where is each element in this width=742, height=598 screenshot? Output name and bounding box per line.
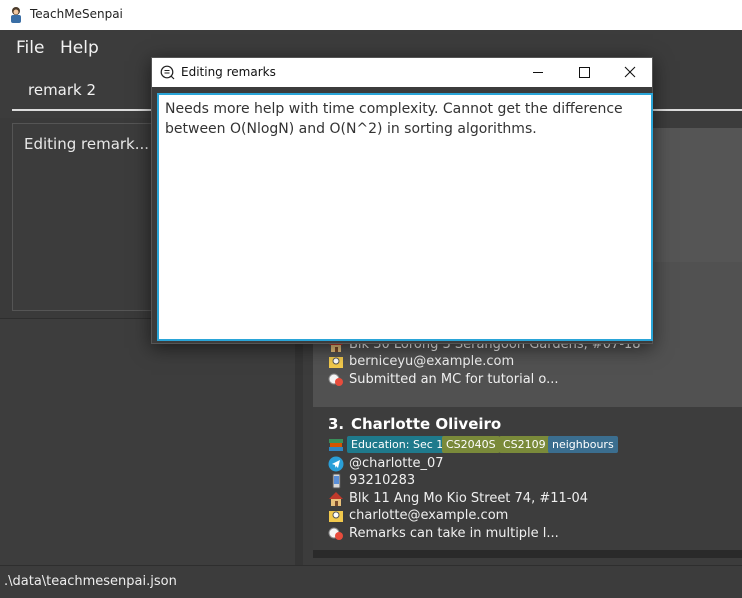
tags-row: Education: Sec 1 CS2040S CS2109 neighbou… <box>328 436 742 453</box>
remark-icon <box>328 527 343 540</box>
remark-text: Submitted an MC for tutorial o... <box>349 372 559 387</box>
student-card-3[interactable]: 3. Charlotte Oliveiro Education: Sec 1 C… <box>313 407 742 550</box>
mail-icon <box>329 357 343 368</box>
remark-row: Remarks can take in multiple l... <box>328 526 742 542</box>
result-text: Editing remark... <box>24 135 150 153</box>
email-text: berniceyu@example.com <box>349 354 515 369</box>
minimize-icon <box>533 72 543 73</box>
telegram-text: @charlotte_07 <box>349 456 444 471</box>
window-titlebar: TeachMeSenpai <box>0 0 742 30</box>
close-button[interactable] <box>607 58 653 87</box>
dialog-title: Editing remarks <box>181 65 276 79</box>
student-index: 3. <box>328 415 345 433</box>
house-icon <box>329 492 343 506</box>
address-row: Blk 11 Ang Mo Kio Street 74, #11-04 <box>328 491 742 507</box>
telegram-icon <box>328 456 344 472</box>
menu-help[interactable]: Help <box>60 38 99 58</box>
remark-icon <box>328 373 343 386</box>
remark-textarea[interactable]: Needs more help with time complexity. Ca… <box>157 93 653 341</box>
menu-file[interactable]: File <box>16 38 44 58</box>
tag-education: Education: Sec 1 <box>347 436 448 453</box>
email-text: charlotte@example.com <box>349 508 509 523</box>
email-row: berniceyu@example.com <box>328 354 742 370</box>
tag-cs2109: CS2109 <box>499 436 550 453</box>
email-row: charlotte@example.com <box>328 508 742 524</box>
mail-icon <box>329 511 343 522</box>
dialog-titlebar[interactable]: Editing remarks <box>152 58 652 87</box>
books-icon <box>329 439 343 451</box>
data-file-path: .\data\teachmesenpai.json <box>4 574 177 589</box>
telegram-row: @charlotte_07 <box>328 456 742 472</box>
left-empty-panel <box>0 318 295 566</box>
phone-row: 93210283 <box>328 473 742 489</box>
student-name: Charlotte Oliveiro <box>351 415 502 433</box>
minimize-button[interactable] <box>515 58 561 87</box>
command-text: remark 2 <box>28 81 97 99</box>
maximize-button[interactable] <box>561 58 607 87</box>
address-text: Blk 11 Ang Mo Kio Street 74, #11-04 <box>349 491 589 506</box>
window-title: TeachMeSenpai <box>30 7 123 21</box>
tag-cs2040s: CS2040S <box>442 436 500 453</box>
speech-bubble-icon <box>160 65 175 80</box>
maximize-icon <box>579 67 590 78</box>
remark-row: Submitted an MC for tutorial o... <box>328 372 742 388</box>
edit-remarks-dialog: Editing remarks Needs more help with tim… <box>151 57 653 344</box>
tag-neighbours: neighbours <box>548 436 618 453</box>
phone-text: 93210283 <box>349 473 416 488</box>
status-bar: .\data\teachmesenpai.json <box>0 565 742 598</box>
close-icon <box>624 66 636 78</box>
app-logo-icon <box>11 7 21 23</box>
phone-icon <box>332 473 341 489</box>
remark-text: Remarks can take in multiple l... <box>349 526 559 541</box>
